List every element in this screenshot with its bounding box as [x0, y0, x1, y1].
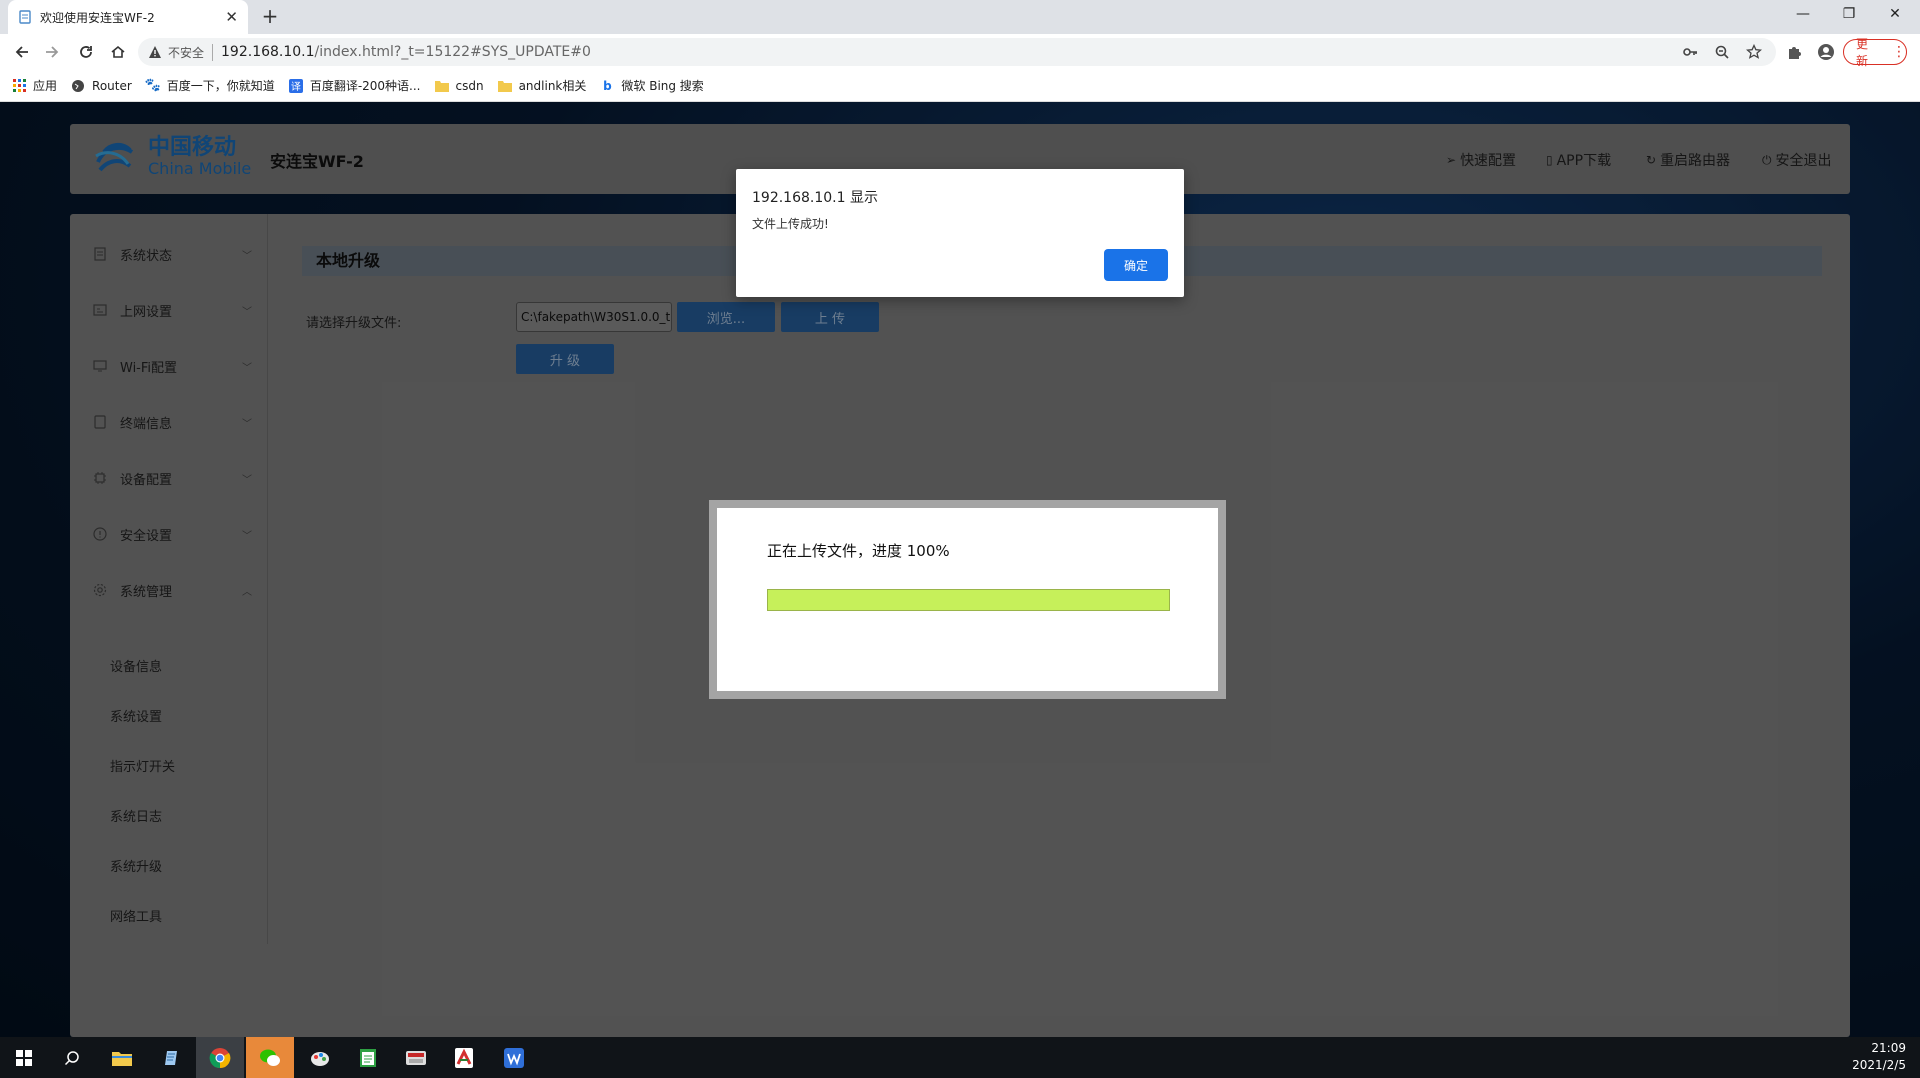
upload-progress-dialog: 正在上传文件，进度 100% — [709, 500, 1226, 699]
bookmark-label: csdn — [455, 78, 484, 93]
restore-window-button[interactable]: ❐ — [1826, 0, 1872, 30]
bookmark-label: 应用 — [33, 79, 58, 93]
bookmark-csdn[interactable]: csdn — [434, 78, 484, 93]
notebook-app-icon[interactable] — [344, 1037, 392, 1078]
bookmark-label: Router — [92, 78, 132, 93]
alert-ok-button[interactable]: 确定 — [1104, 249, 1168, 281]
back-button[interactable] — [10, 40, 34, 64]
bookmark-label: andlink相关 — [518, 79, 587, 93]
bing-icon: b — [603, 78, 612, 93]
url-text[interactable]: 192.168.10.1/index.html?_t=15122#SYS_UPD… — [221, 44, 591, 60]
zoom-icon[interactable] — [1710, 40, 1734, 64]
bookmark-label: 微软 Bing 搜索 — [621, 79, 704, 93]
update-label: 更新 — [1856, 37, 1869, 68]
forward-arrow-icon — [46, 46, 59, 58]
new-tab-button[interactable]: + — [258, 5, 282, 29]
browser-update-button[interactable]: 更新 ⋮ — [1843, 37, 1907, 68]
bookmark-bing[interactable]: b 微软 Bing 搜索 — [600, 77, 704, 94]
router-admin-page: 中国移动 China Mobile 安连宝WF-2 ➢ 快速配置 ▯ APP下载… — [0, 102, 1920, 1037]
back-arrow-icon — [15, 46, 28, 58]
clock-time: 21:09 — [1871, 1041, 1906, 1055]
browser-alert-dialog: 192.168.10.1 显示 文件上传成功! 确定 — [736, 169, 1184, 297]
wechat-app-icon[interactable] — [246, 1037, 294, 1078]
reload-icon — [80, 46, 92, 58]
baidu-paw-icon: 🐾 — [144, 78, 161, 93]
home-icon — [111, 45, 125, 58]
address-bar[interactable]: 不安全 192.168.10.1/index.html?_t=15122#SYS… — [138, 38, 1776, 66]
keyboard-app-icon[interactable] — [392, 1037, 440, 1078]
upload-progress-text: 正在上传文件，进度 100% — [767, 542, 950, 560]
more-menu-icon: ⋮ — [1892, 44, 1906, 60]
reload-button[interactable] — [74, 40, 98, 64]
tab-title: 欢迎使用安连宝WF-2 — [40, 10, 155, 25]
url-host: 192.168.10.1 — [221, 44, 315, 60]
bookmark-baidu[interactable]: 🐾 百度一下，你就知道 — [144, 77, 275, 94]
alert-message: 文件上传成功! — [752, 217, 829, 231]
windows-taskbar: 21:09 2021/2/5 — [0, 1037, 1920, 1078]
upload-progress-bar — [767, 589, 1170, 611]
wps-writer-app-icon[interactable] — [490, 1037, 538, 1078]
clock-date: 2021/2/5 — [1852, 1058, 1906, 1072]
apps-grid-icon — [12, 79, 26, 93]
browser-toolbar: 不安全 192.168.10.1/index.html?_t=15122#SYS… — [0, 34, 1920, 70]
windows-start-icon[interactable] — [0, 1037, 48, 1078]
close-window-button[interactable]: ✕ — [1872, 0, 1918, 30]
url-path: /index.html?_t=15122#SYS_UPDATE#0 — [314, 44, 591, 60]
bookmark-router[interactable]: Router — [71, 79, 132, 93]
key-icon[interactable] — [1678, 40, 1702, 64]
bookmark-label: 百度翻译-200种语... — [309, 79, 421, 93]
bookmark-baidu-translate[interactable]: 译 百度翻译-200种语... — [288, 77, 421, 94]
chrome-app-icon[interactable] — [196, 1037, 244, 1078]
pdf-app-icon[interactable] — [440, 1037, 488, 1078]
bookmarks-bar: 应用 Router 🐾 百度一下，你就知道 译 百度翻译-200种语... cs… — [0, 70, 1920, 102]
translate-icon: 译 — [288, 78, 303, 93]
notepad-app-icon[interactable] — [148, 1037, 196, 1078]
search-icon[interactable] — [48, 1037, 96, 1078]
alert-title: 192.168.10.1 显示 — [752, 190, 878, 206]
upload-progress-panel: 正在上传文件，进度 100% — [717, 508, 1218, 691]
globe-icon — [71, 79, 85, 93]
forward-button[interactable] — [40, 40, 64, 64]
file-explorer-icon[interactable] — [98, 1037, 146, 1078]
bookmark-apps[interactable]: 应用 — [12, 77, 57, 94]
upload-progress-fill — [768, 590, 1169, 610]
folder-icon — [434, 79, 449, 93]
profile-avatar-icon[interactable] — [1814, 40, 1838, 64]
bookmark-andlink[interactable]: andlink相关 — [497, 77, 587, 94]
security-warning-label[interactable]: 不安全 — [168, 43, 214, 61]
close-tab-icon[interactable]: ✕ — [225, 8, 238, 26]
paint-app-icon[interactable] — [296, 1037, 344, 1078]
minimize-window-button[interactable]: — — [1780, 0, 1826, 30]
bookmark-star-icon[interactable] — [1742, 40, 1766, 64]
folder-icon — [497, 79, 512, 93]
warning-triangle-icon[interactable] — [148, 45, 162, 59]
browser-tab-strip: 欢迎使用安连宝WF-2 ✕ + — ❐ ✕ — [0, 0, 1920, 34]
extensions-puzzle-icon[interactable] — [1782, 40, 1806, 64]
page-favicon-icon — [18, 10, 32, 24]
browser-tab[interactable]: 欢迎使用安连宝WF-2 ✕ — [8, 0, 248, 34]
bookmark-label: 百度一下，你就知道 — [166, 79, 275, 93]
home-button[interactable] — [106, 40, 130, 64]
system-clock[interactable]: 21:09 2021/2/5 — [1852, 1040, 1906, 1074]
